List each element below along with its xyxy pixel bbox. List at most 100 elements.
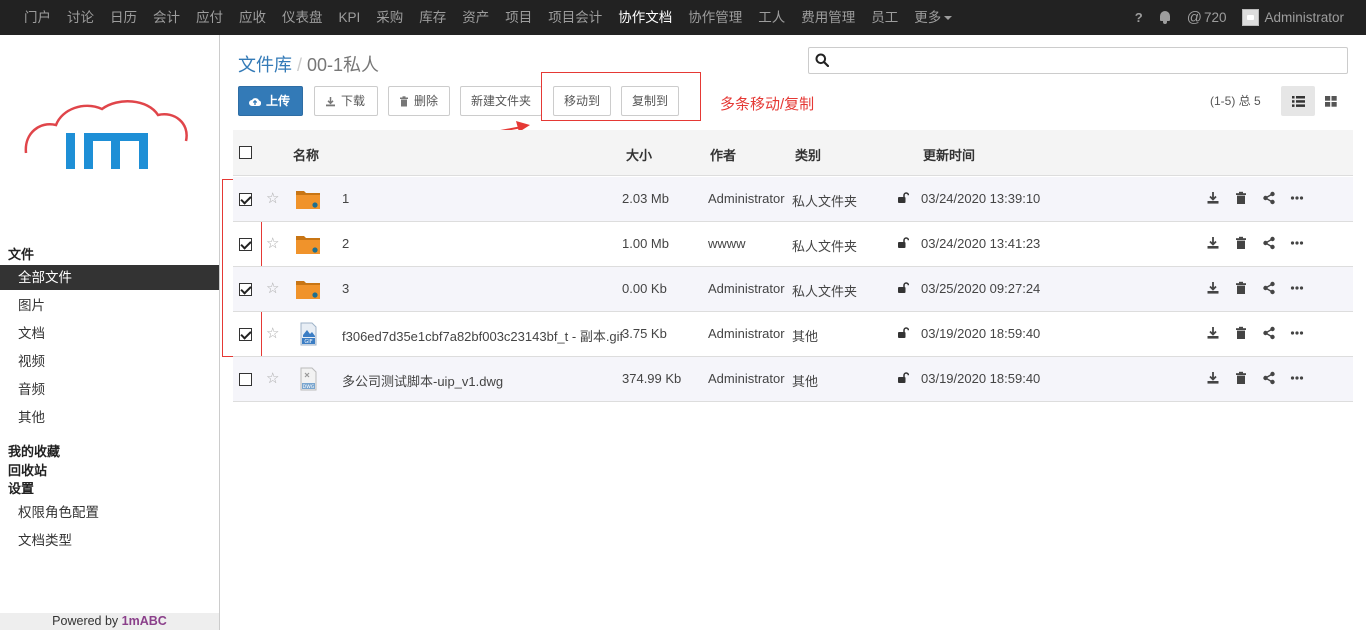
table-row[interactable]: ☆ 1 2.03 Mb Administrator 私人文件夹 03/24/2020 13…	[233, 177, 1353, 222]
file-name[interactable]: 多公司测试脚本-uip_v1.dwg	[342, 371, 503, 390]
star-icon[interactable]: ☆	[266, 234, 279, 252]
grid-view-button[interactable]	[1314, 86, 1348, 116]
nav-item-project[interactable]: 项目	[497, 0, 540, 35]
upload-button[interactable]: 上传	[238, 86, 303, 116]
nav-item-assets[interactable]: 资产	[454, 0, 497, 35]
sidebar-item-images[interactable]: 图片	[0, 293, 219, 318]
nav-item-employees[interactable]: 员工	[863, 0, 906, 35]
sidebar-item-videos[interactable]: 视频	[0, 349, 219, 374]
nav-item-workers[interactable]: 工人	[750, 0, 793, 35]
unlock-icon[interactable]	[897, 282, 910, 294]
nav-item-calendar[interactable]: 日历	[102, 0, 145, 35]
sidebar-item-recycle-bin[interactable]: 回收站	[8, 460, 47, 479]
star-icon[interactable]: ☆	[266, 369, 279, 387]
trash-icon[interactable]	[1234, 326, 1248, 340]
file-name[interactable]: f306ed7d35e1cbf7a82bf003c23143bf_t - 副本.…	[342, 326, 623, 345]
nav-item-portal[interactable]: 门户	[16, 0, 59, 35]
nav-item-receivable[interactable]: 应收	[231, 0, 274, 35]
nav-item-dashboard[interactable]: 仪表盘	[274, 0, 331, 35]
download-icon[interactable]	[1206, 236, 1220, 250]
more-icon[interactable]	[1290, 281, 1304, 295]
download-icon[interactable]	[1206, 191, 1220, 205]
nav-item-payable[interactable]: 应付	[188, 0, 231, 35]
column-category[interactable]: 类别	[795, 145, 821, 164]
more-icon[interactable]	[1290, 326, 1304, 340]
file-author: Administrator	[708, 371, 785, 386]
column-name[interactable]: 名称	[293, 145, 319, 164]
file-name[interactable]: 3	[342, 281, 349, 296]
unlock-icon[interactable]	[897, 327, 910, 339]
nav-item-more[interactable]: 更多	[906, 0, 960, 35]
download-icon	[326, 96, 335, 106]
share-icon[interactable]	[1262, 371, 1276, 385]
trash-icon[interactable]	[1234, 371, 1248, 385]
sidebar-item-favorites[interactable]: 我的收藏	[8, 441, 60, 460]
nav-item-discuss[interactable]: 讨论	[59, 0, 102, 35]
table-row[interactable]: ☆ DWG 多公司测试脚本-uip_v1.dwg 374.99 Kb Administr…	[233, 357, 1353, 402]
column-size[interactable]: 大小	[626, 145, 652, 164]
sidebar-item-audio[interactable]: 音频	[0, 377, 219, 402]
nav-item-documents[interactable]: 协作文档	[610, 0, 680, 35]
list-view-button[interactable]	[1281, 86, 1315, 116]
nav-item-accounting[interactable]: 会计	[145, 0, 188, 35]
sidebar-item-role-permissions[interactable]: 权限角色配置	[0, 500, 219, 525]
unlock-icon[interactable]	[897, 192, 910, 204]
table-row[interactable]: ☆ 3 0.00 Kb Administrator 私人文件夹 03/25/2020 09…	[233, 267, 1353, 312]
more-icon[interactable]	[1290, 191, 1304, 205]
download-icon[interactable]	[1206, 326, 1220, 340]
row-checkbox[interactable]	[239, 193, 252, 206]
user-menu[interactable]: Administrator	[1242, 9, 1344, 26]
nav-item-inventory[interactable]: 库存	[411, 0, 454, 35]
table-row[interactable]: ☆ GIF f306ed7d35e1cbf7a82bf003c23143bf_t -…	[233, 312, 1353, 357]
nav-item-kpi[interactable]: KPI	[331, 0, 369, 35]
messages-counter[interactable]: @720	[1187, 9, 1227, 26]
nav-item-expenses[interactable]: 费用管理	[793, 0, 863, 35]
trash-icon[interactable]	[1234, 236, 1248, 250]
unlock-icon[interactable]	[897, 237, 910, 249]
download-icon[interactable]	[1206, 281, 1220, 295]
file-author: Administrator	[708, 281, 785, 296]
search-box[interactable]	[808, 47, 1348, 74]
file-name[interactable]: 2	[342, 236, 349, 251]
share-icon[interactable]	[1262, 326, 1276, 340]
row-checkbox[interactable]	[239, 283, 252, 296]
share-icon[interactable]	[1262, 191, 1276, 205]
column-author[interactable]: 作者	[710, 145, 736, 164]
sidebar-section-files[interactable]: 文件	[8, 244, 34, 263]
trash-icon[interactable]	[1234, 191, 1248, 205]
sidebar-item-documents[interactable]: 文档	[0, 321, 219, 346]
row-checkbox[interactable]	[239, 238, 252, 251]
row-checkbox[interactable]	[239, 373, 252, 386]
star-icon[interactable]: ☆	[266, 279, 279, 297]
sidebar-section-settings[interactable]: 设置	[8, 478, 34, 497]
trash-icon[interactable]	[1234, 281, 1248, 295]
nav-item-purchase[interactable]: 采购	[368, 0, 411, 35]
row-checkbox[interactable]	[239, 328, 252, 341]
sidebar-item-other[interactable]: 其他	[0, 405, 219, 430]
share-icon[interactable]	[1262, 281, 1276, 295]
more-icon[interactable]	[1290, 371, 1304, 385]
table-row[interactable]: ☆ 2 1.00 Mb wwww 私人文件夹 03/24/2020 13:41:23	[233, 222, 1353, 267]
sidebar-item-document-types[interactable]: 文档类型	[0, 528, 219, 553]
search-input[interactable]	[837, 50, 1337, 71]
bell-icon[interactable]	[1159, 11, 1171, 24]
select-all-checkbox[interactable]	[239, 146, 252, 159]
star-icon[interactable]: ☆	[266, 189, 279, 207]
nav-item-collab-management[interactable]: 协作管理	[680, 0, 750, 35]
more-icon[interactable]	[1290, 236, 1304, 250]
file-name[interactable]: 1	[342, 191, 349, 206]
column-updated[interactable]: 更新时间	[923, 145, 975, 164]
file-updated: 03/24/2020 13:39:10	[921, 191, 1041, 206]
download-icon[interactable]	[1206, 371, 1220, 385]
breadcrumb-root[interactable]: 文件库	[238, 55, 292, 75]
help-icon[interactable]: ?	[1135, 10, 1143, 25]
nav-item-project-accounting[interactable]: 项目会计	[540, 0, 610, 35]
powered-brand[interactable]: 1mABC	[122, 614, 167, 628]
delete-button[interactable]: 删除	[388, 86, 450, 116]
star-icon[interactable]: ☆	[266, 324, 279, 342]
sidebar-item-all-files[interactable]: 全部文件	[0, 265, 219, 290]
new-folder-button[interactable]: 新建文件夹	[460, 86, 542, 116]
download-button[interactable]: 下载	[314, 86, 378, 116]
share-icon[interactable]	[1262, 236, 1276, 250]
unlock-icon[interactable]	[897, 372, 910, 384]
